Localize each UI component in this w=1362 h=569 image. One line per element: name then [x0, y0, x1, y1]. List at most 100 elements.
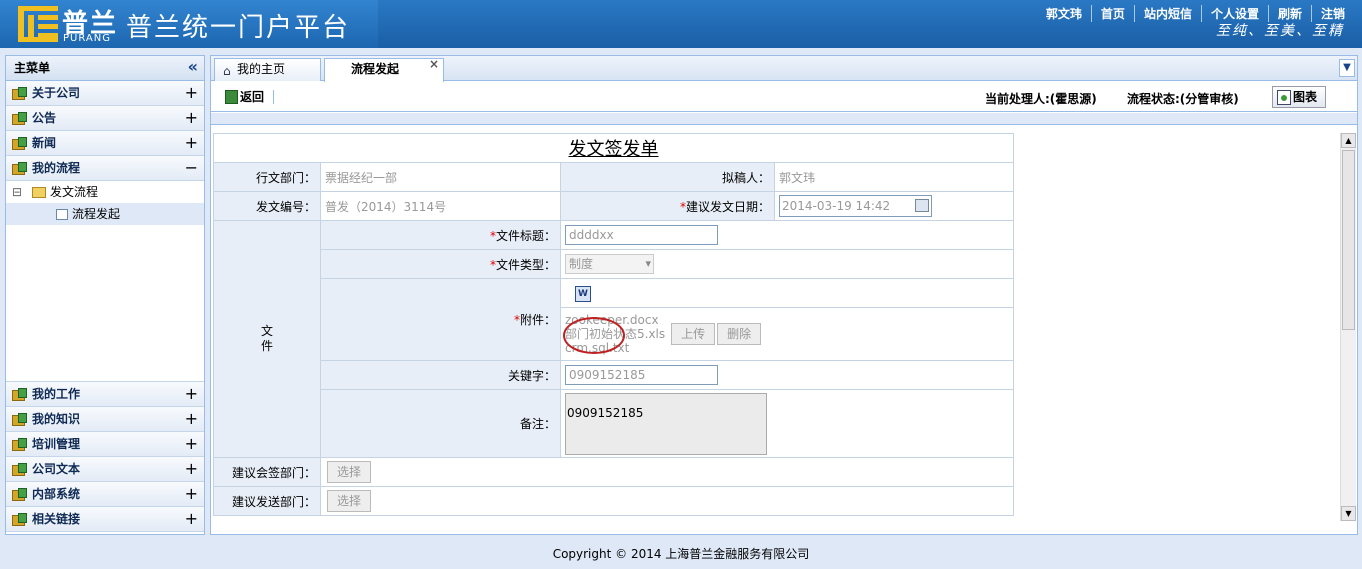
menu-my-knowledge[interactable]: 我的知识 + [6, 407, 204, 432]
vertical-scrollbar[interactable]: ▲ ▼ [1340, 133, 1356, 521]
keyword-label: 关键字： [320, 360, 561, 390]
menu-folder-icon [12, 438, 27, 451]
menu-my-work[interactable]: 我的工作 + [6, 382, 204, 407]
menu-folder-icon [12, 388, 27, 401]
app-title: 普兰统一门户平台 [126, 13, 351, 43]
tab-bar: ⌂ 我的主页 流程发起 × ▼ [211, 56, 1357, 82]
expand-icon[interactable]: + [185, 432, 198, 456]
expand-icon[interactable]: + [185, 457, 198, 481]
tree-folder-label: 发文流程 [50, 185, 99, 199]
current-handler: 当前处理人:(霍思源) [985, 92, 1097, 106]
tree-folder-dispatch[interactable]: ⊟ 发文流程 [6, 181, 204, 203]
doc-title-label-cell: *文件标题： [320, 220, 561, 250]
home-icon: ⌂ [223, 64, 231, 78]
expand-icon[interactable]: + [185, 81, 198, 105]
doc-type-select[interactable]: 制度 [565, 254, 654, 274]
logo-en-text: PURANG [63, 33, 111, 44]
dept-value: 票据经纪一部 [320, 162, 561, 192]
main-menu: 主菜单 « 关于公司 + 公告 + 新闻 + 我的流程 − ⊟ 发文流程 流程发起 我的… [5, 55, 205, 535]
toolbar: 返回 当前处理人:(霍思源) 流程状态:(分管审核) 图表 [211, 82, 1357, 112]
back-button[interactable]: 返回 [225, 88, 264, 105]
nav-user[interactable]: 郭文玮 [1037, 5, 1091, 22]
scroll-down-icon[interactable]: ▼ [1341, 506, 1356, 521]
scroll-up-icon[interactable]: ▲ [1341, 133, 1356, 148]
tab-start-process[interactable]: 流程发起 × [324, 57, 444, 82]
form-area: 发文签发单 行文部门： 票据经纪一部 拟稿人： 郭文玮 发文编号： 普发（201… [211, 133, 1343, 521]
send-label: 建议发送部门： [213, 486, 321, 516]
doc-title-input[interactable]: ddddxx [565, 225, 718, 245]
attach-label: 附件： [519, 313, 556, 327]
doc-title-label: 文件标题： [495, 228, 556, 243]
tree-leaf-start-process[interactable]: 流程发起 [6, 203, 204, 225]
menu-label: 我的工作 [32, 387, 81, 401]
nav-home[interactable]: 首页 [1090, 5, 1134, 22]
expand-icon[interactable]: + [185, 482, 198, 506]
menu-label: 关于公司 [32, 86, 81, 100]
menu-label: 我的流程 [32, 161, 81, 175]
menu-my-process[interactable]: 我的流程 − [6, 156, 204, 181]
section-label: 文件 [261, 324, 274, 353]
keyword-cell: 0909152185 [560, 360, 1014, 390]
app-header: 普兰 PURANG 普兰统一门户平台 郭文玮 首页 站内短信 个人设置 刷新 注… [0, 0, 1362, 48]
scroll-thumb[interactable] [1342, 150, 1355, 330]
menu-folder-icon [12, 112, 27, 125]
cosign-cell: 选择 [320, 457, 1014, 487]
expand-icon[interactable]: + [185, 382, 198, 406]
section-label-cell: 文件 [213, 220, 321, 458]
upload-button[interactable]: 上传 [671, 323, 716, 345]
form-icon [56, 209, 68, 220]
word-doc-icon[interactable]: W [575, 285, 591, 302]
tree-toggle-icon[interactable]: ⊟ [12, 181, 22, 203]
expand-icon[interactable]: + [185, 106, 198, 130]
tab-label: 流程发起 [351, 62, 400, 76]
collapse-menu-icon[interactable]: − [185, 156, 198, 180]
menu-internal-systems[interactable]: 内部系统 + [6, 482, 204, 507]
menu-notice[interactable]: 公告 + [6, 106, 204, 131]
menu-folder-icon [12, 463, 27, 476]
menu-label: 公司文本 [32, 462, 81, 476]
menu-folder-icon [12, 413, 27, 426]
menu-links[interactable]: 相关链接 + [6, 507, 204, 532]
drafter-value: 郭文玮 [774, 162, 1014, 192]
tree-leaf-label: 流程发起 [72, 207, 121, 221]
tab-scroll-down-icon[interactable]: ▼ [1339, 59, 1355, 77]
calendar-icon[interactable] [915, 199, 929, 212]
expand-icon[interactable]: + [185, 131, 198, 155]
doc-type-label: 文件类型： [495, 257, 556, 272]
nav-messages[interactable]: 站内短信 [1133, 5, 1201, 22]
chart-button[interactable]: 图表 [1272, 86, 1326, 108]
menu-about[interactable]: 关于公司 + [6, 81, 204, 106]
folder-icon [32, 187, 46, 198]
menu-news[interactable]: 新闻 + [6, 131, 204, 156]
remark-label: 备注： [320, 389, 561, 458]
menu-folder-icon [12, 137, 27, 150]
purang-logo-icon [18, 6, 58, 42]
delete-button[interactable]: 删除 [717, 323, 762, 345]
menu-label: 新闻 [32, 136, 57, 150]
send-select-button[interactable]: 选择 [327, 490, 372, 512]
keyword-input[interactable]: 0909152185 [565, 365, 718, 385]
docno-label: 发文编号： [213, 191, 321, 221]
collapse-icon[interactable]: « [188, 55, 198, 79]
tab-home[interactable]: ⌂ 我的主页 [214, 58, 321, 81]
date-field[interactable]: 2014-03-19 14:42 [779, 195, 932, 217]
toolbar-separator [273, 90, 274, 104]
send-cell: 选择 [320, 486, 1014, 516]
expand-icon[interactable]: + [185, 407, 198, 431]
close-icon[interactable]: × [429, 54, 439, 75]
expand-icon[interactable]: + [185, 507, 198, 531]
docno-value: 普发（2014）3114号 [320, 191, 561, 221]
menu-training[interactable]: 培训管理 + [6, 432, 204, 457]
remark-textarea[interactable]: 0909152185 [565, 392, 767, 455]
menu-folder-icon [12, 162, 27, 175]
date-value: 2014-03-19 14:42 [782, 199, 891, 213]
slogan: 至纯、至美、至精 [1216, 23, 1344, 39]
menu-folder-icon [12, 87, 27, 100]
tab-label: 我的主页 [237, 62, 286, 76]
menu-label: 培训管理 [32, 437, 81, 451]
annotation-circle [563, 317, 625, 354]
menu-company-docs[interactable]: 公司文本 + [6, 457, 204, 482]
doc-type-cell: 制度 [560, 249, 1014, 279]
menu-label: 相关链接 [32, 512, 81, 526]
cosign-select-button[interactable]: 选择 [327, 461, 372, 483]
